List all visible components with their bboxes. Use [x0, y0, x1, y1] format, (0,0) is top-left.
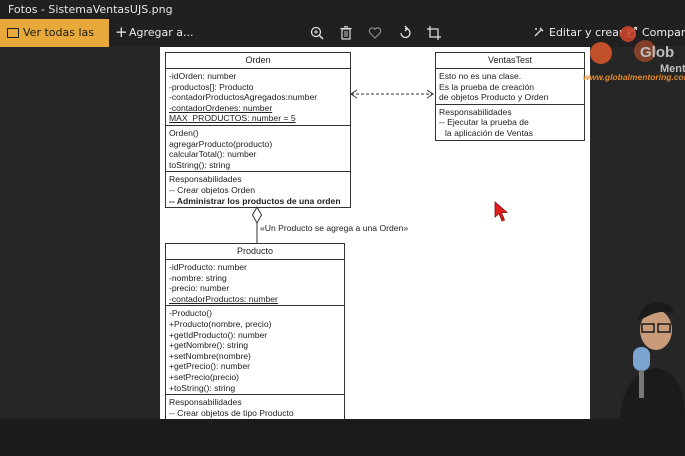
uml-diagram-image: Orden -idOrden: number -productos[]: Pro…: [160, 47, 590, 419]
producto-attribute: -idProducto: number: [169, 262, 247, 272]
producto-attribute: -nombre: string: [169, 272, 227, 283]
webcam-presenter: [600, 290, 685, 420]
producto-static-attribute: -contadorProductos: number: [169, 293, 278, 304]
crop-icon[interactable]: [425, 24, 443, 42]
zoom-icon[interactable]: [308, 24, 326, 42]
logo-url: www.globalmentoring.com: [583, 72, 685, 82]
window-titlebar: Fotos - SistemaVentasUJS.png: [0, 0, 685, 19]
producto-methods: -Producto() +Producto(nombre, precio) +g…: [166, 306, 344, 396]
bottom-bar: [0, 419, 685, 456]
mouse-cursor-icon: [494, 201, 509, 222]
producto-class-title: Producto: [166, 244, 344, 260]
producto-method: +Producto(nombre, precio): [169, 318, 272, 329]
producto-class-box: Producto -idProducto: number -nombre: st…: [165, 243, 345, 419]
producto-attribute: -precio: number: [169, 283, 230, 294]
add-to-label: Agregar a...: [129, 26, 194, 39]
producto-attributes: -idProducto: number -nombre: string -pre…: [166, 260, 344, 307]
plus-icon: +: [115, 23, 128, 41]
producto-responsibilities-title: Responsabilidades: [169, 397, 242, 408]
producto-method: +setPrecio(precio): [169, 371, 239, 382]
edit-icon: [534, 27, 544, 37]
producto-method: +getNombre(): string: [169, 340, 249, 351]
aggregation-diamond: [251, 205, 263, 225]
producto-method: +setNombre(nombre): [169, 350, 251, 361]
logo-text: Glob: [640, 44, 674, 61]
producto-responsibility: -- Crear objetos de tipo Producto: [169, 407, 294, 418]
producto-method: -Producto(): [169, 308, 212, 319]
window-title: Fotos - SistemaVentasUJS.png: [8, 3, 173, 16]
favorite-icon[interactable]: [366, 24, 384, 42]
delete-icon[interactable]: [337, 24, 355, 42]
association-label: «Un Producto se agrega a una Orden»: [260, 223, 409, 233]
rotate-icon[interactable]: [396, 24, 414, 42]
producto-responsibilities: Responsabilidades -- Crear objetos de ti…: [166, 395, 344, 419]
producto-method: +getIdProducto(): number: [169, 329, 268, 340]
photos-icon: [7, 28, 19, 38]
view-all-photos-button[interactable]: Ver todas las fotos: [0, 19, 109, 67]
producto-method: +toString(): string: [169, 382, 236, 393]
producto-method: +getPrecio(): number: [169, 361, 250, 372]
